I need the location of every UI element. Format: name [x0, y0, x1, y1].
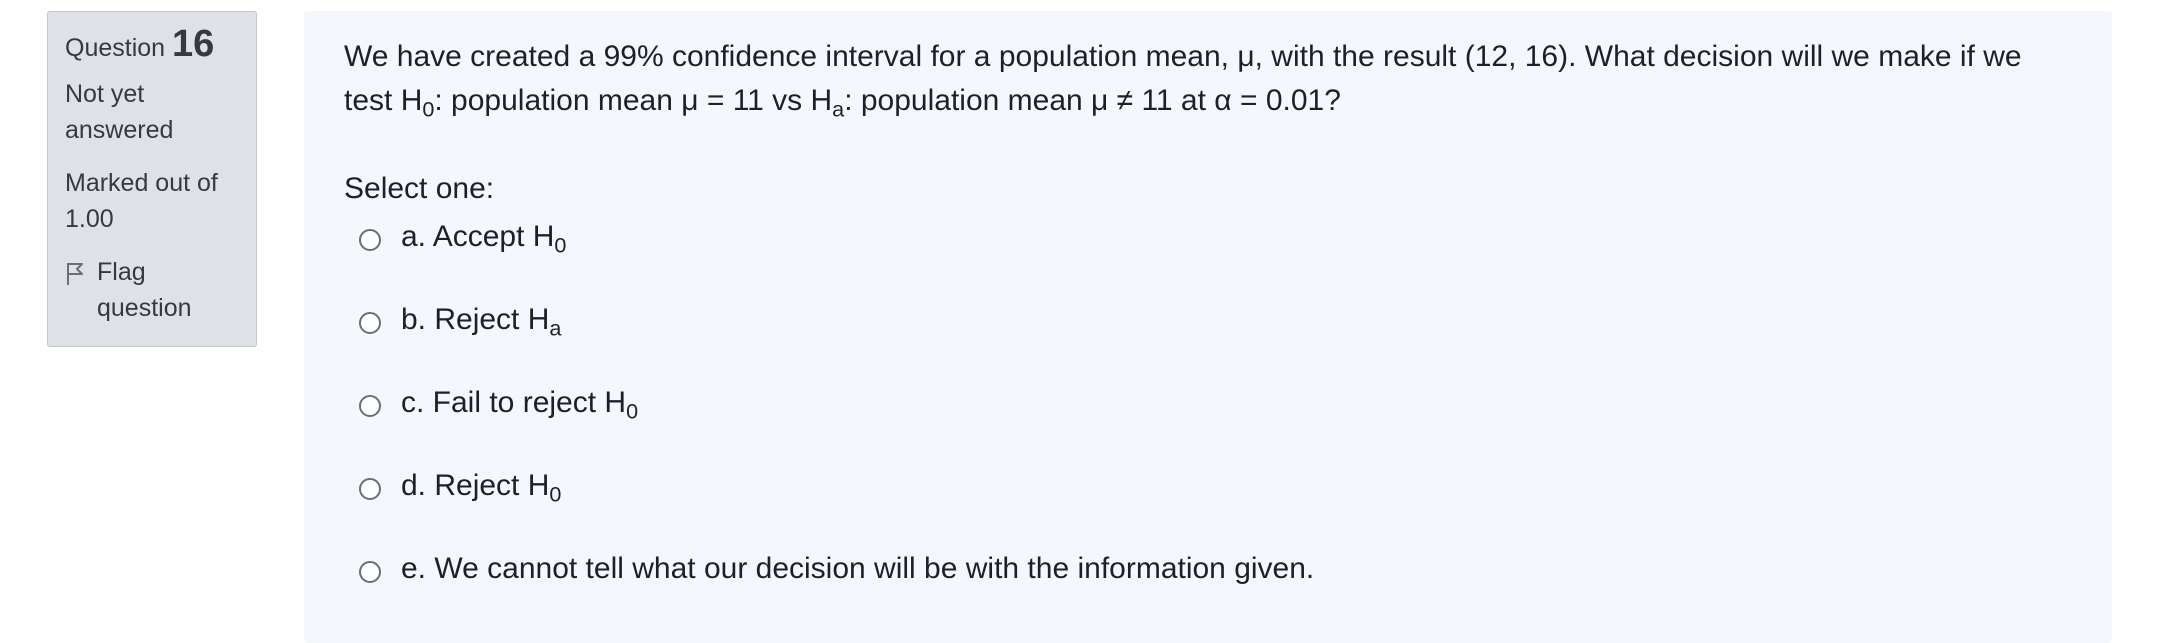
radio-icon[interactable] [359, 561, 381, 583]
flag-question-link[interactable]: Flag question [65, 254, 242, 326]
question-state: Not yet answered [65, 80, 174, 144]
question-number: Question 16 [65, 23, 242, 66]
flag-icon [67, 263, 83, 285]
option-a-label: a. Accept H0 [401, 220, 567, 258]
question-info-panel: Question 16 Not yet answered Marked out … [47, 11, 257, 347]
option-b[interactable]: b. Reject Ha [344, 298, 2072, 342]
radio-icon[interactable] [359, 478, 381, 500]
question-text: We have created a 99% confidence interva… [344, 40, 2022, 122]
question-label: Question [65, 34, 166, 62]
question-content: We have created a 99% confidence interva… [304, 11, 2112, 643]
flag-label: Flag question [97, 258, 192, 322]
option-c[interactable]: c. Fail to reject H0 [344, 381, 2072, 425]
radio-icon[interactable] [359, 395, 381, 417]
radio-icon[interactable] [359, 229, 381, 251]
answer-options: a. Accept H0 b. Reject Ha c. Fail to rej… [344, 215, 2072, 591]
option-d[interactable]: d. Reject H0 [344, 464, 2072, 508]
option-e-label: e. We cannot tell what our decision will… [401, 552, 1315, 585]
option-e[interactable]: e. We cannot tell what our decision will… [344, 547, 2072, 591]
option-d-label: d. Reject H0 [401, 469, 562, 507]
select-one-prompt: Select one: [344, 172, 495, 205]
option-a[interactable]: a. Accept H0 [344, 215, 2072, 259]
question-number-value: 16 [172, 23, 215, 65]
radio-icon[interactable] [359, 312, 381, 334]
question-grade: Marked out of 1.00 [65, 169, 218, 233]
option-c-label: c. Fail to reject H0 [401, 386, 639, 424]
option-b-label: b. Reject Ha [401, 303, 562, 341]
